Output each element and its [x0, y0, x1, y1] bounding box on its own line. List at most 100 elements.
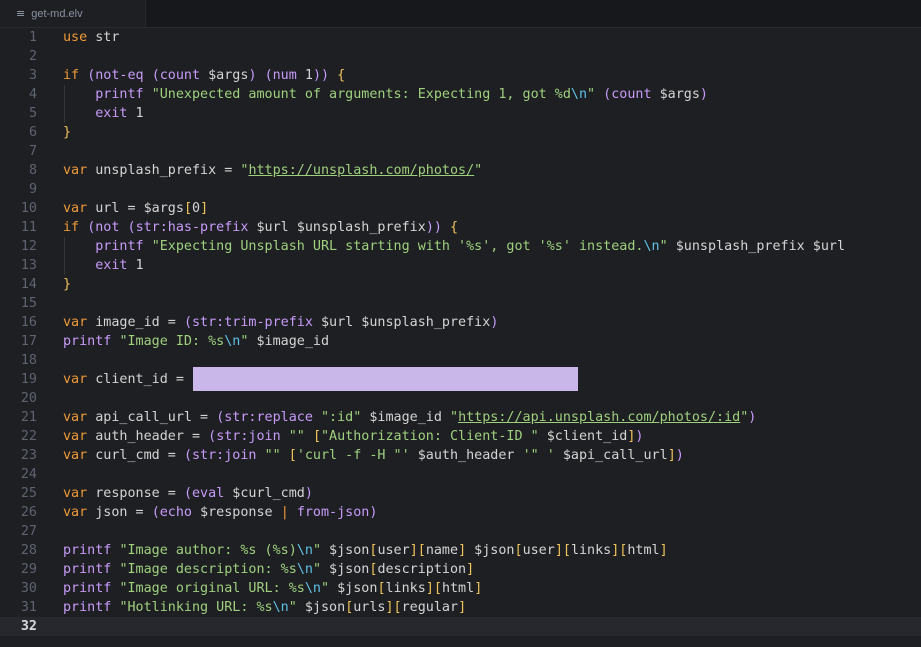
- code-line[interactable]: 4 printf "Unexpected amount of arguments…: [0, 85, 921, 104]
- code-line[interactable]: 17 printf "Image ID: %s\n" $image_id: [0, 332, 921, 351]
- code-editor[interactable]: 1 use str 2 3 if (not-eq (count $args) (num …: [0, 28, 921, 647]
- code-token: count: [159, 68, 201, 83]
- code-token: unsplash_prefix =: [87, 163, 241, 178]
- code-token: var: [63, 372, 88, 387]
- code-line[interactable]: 30 printf "Image original URL: %s\n" $jso…: [0, 579, 921, 598]
- line-number: 12: [20, 239, 37, 254]
- code-line[interactable]: 6}: [0, 123, 921, 142]
- code-line[interactable]: 20: [0, 389, 921, 408]
- code-line[interactable]: 8 var unsplash_prefix = "https://unsplash…: [0, 161, 921, 180]
- code-token: html: [627, 543, 660, 558]
- code-line[interactable]: 25 var response = (eval $curl_cmd): [0, 484, 921, 503]
- code-token: (: [127, 220, 136, 235]
- line-code: printf "Expecting Unsplash URL starting …: [63, 237, 845, 256]
- line-code: var unsplash_prefix = "https://unsplash.…: [63, 161, 482, 180]
- code-line[interactable]: 16 var image_id = (str:trim-prefix $url $…: [0, 313, 921, 332]
- code-line[interactable]: 26 var json = (echo $response | from-json…: [0, 503, 921, 522]
- code-token: not: [95, 220, 120, 235]
- line-code: var image_id = (str:trim-prefix $url $un…: [63, 313, 498, 332]
- line-number: 5: [28, 106, 37, 121]
- code-token: "Authorization: Client-ID ": [321, 429, 539, 444]
- code-line[interactable]: 9: [0, 180, 921, 199]
- code-token: $json: [296, 600, 346, 615]
- line-number: 19: [20, 372, 37, 387]
- code-line[interactable]: 5 exit 1: [0, 104, 921, 123]
- code-token: ): [635, 429, 644, 444]
- code-line[interactable]: 12 printf "Expecting Unsplash URL starti…: [0, 237, 921, 256]
- code-line[interactable]: 32: [0, 617, 921, 636]
- code-token: $api_call_url: [554, 448, 668, 463]
- line-number: 32: [20, 619, 37, 634]
- code-token: 'curl -f -H "': [296, 448, 410, 463]
- code-token: \n: [296, 562, 313, 577]
- code-line[interactable]: 1 use str: [0, 28, 921, 47]
- code-token: "Hotlinking URL: %s: [119, 600, 273, 615]
- code-token: ): [490, 315, 499, 330]
- line-code: var auth_header = (str:join "" ["Authori…: [63, 427, 643, 446]
- code-line[interactable]: 28 printf "Image author: %s (%s)\n" $json…: [0, 541, 921, 560]
- code-token: var: [63, 505, 88, 520]
- code-token: ": [474, 163, 483, 178]
- code-token: 1: [296, 68, 313, 83]
- code-token: }: [63, 125, 72, 140]
- code-token: 0: [192, 201, 201, 216]
- code-line[interactable]: 23 var curl_cmd = (str:join "" ['curl -f …: [0, 446, 921, 465]
- code-token: ): [699, 87, 708, 102]
- line-code: use str: [63, 28, 119, 47]
- code-token: 1: [127, 258, 144, 273]
- code-token: var: [63, 315, 88, 330]
- code-token: var: [63, 410, 88, 425]
- line-number: 26: [20, 505, 37, 520]
- code-line[interactable]: 27: [0, 522, 921, 541]
- line-number: 2: [28, 49, 37, 64]
- line-number: 25: [20, 486, 37, 501]
- code-token: $url $unsplash_prefix: [248, 220, 426, 235]
- code-line[interactable]: 15: [0, 294, 921, 313]
- code-token: echo: [159, 505, 192, 520]
- code-token: str:join: [192, 448, 257, 463]
- code-token: html: [441, 581, 475, 596]
- code-token: \n: [570, 87, 588, 102]
- file-tab[interactable]: ≡ get-md.elv: [0, 0, 146, 27]
- line-number: 16: [20, 315, 37, 330]
- code-token: var: [63, 163, 88, 178]
- code-line[interactable]: 13 exit 1: [0, 256, 921, 275]
- code-token: ][: [409, 543, 426, 558]
- code-line[interactable]: 7: [0, 142, 921, 161]
- code-line[interactable]: 2: [0, 47, 921, 66]
- code-line[interactable]: 14}: [0, 275, 921, 294]
- line-number: 20: [20, 391, 37, 406]
- code-token: "Image ID: %s: [119, 334, 225, 349]
- code-token: (: [183, 448, 192, 463]
- line-number: 21: [20, 410, 37, 425]
- code-token: printf: [95, 239, 144, 254]
- lines-icon: ≡: [16, 7, 26, 20]
- code-line[interactable]: 3 if (not-eq (count $args) (num 1)) {: [0, 66, 921, 85]
- code-token: str:has-prefix: [135, 220, 249, 235]
- line-number: 31: [20, 600, 37, 615]
- code-token: str:replace: [224, 410, 313, 425]
- code-token: ":id": [321, 410, 362, 425]
- code-token: user: [522, 543, 555, 558]
- code-token: links: [385, 581, 426, 596]
- code-token: "Image description: %s: [119, 562, 297, 577]
- code-line[interactable]: 29 printf "Image description: %s\n" $json…: [0, 560, 921, 579]
- code-token: $json: [329, 581, 378, 596]
- code-token: $response: [192, 505, 281, 520]
- code-token: client_id =: [87, 372, 192, 387]
- code-line[interactable]: 10 var url = $args[0]: [0, 199, 921, 218]
- code-line[interactable]: 21 var api_call_url = (str:replace ":id" …: [0, 408, 921, 427]
- code-line[interactable]: 24: [0, 465, 921, 484]
- code-line[interactable]: 22 var auth_header = (str:join "" ["Autho…: [0, 427, 921, 446]
- line-number: 10: [20, 201, 37, 216]
- code-token: ": [288, 600, 297, 615]
- code-token: count: [611, 87, 652, 102]
- code-line[interactable]: 11 if (not (str:has-prefix $url $unsplash…: [0, 218, 921, 237]
- code-token: 1: [127, 106, 144, 121]
- line-code: printf "Image description: %s\n" $json[d…: [63, 560, 474, 579]
- code-token: eval: [192, 486, 225, 501]
- code-line[interactable]: 31 printf "Hotlinking URL: %s\n" $json[ur…: [0, 598, 921, 617]
- code-token: (: [151, 68, 160, 83]
- code-token: \n: [272, 600, 289, 615]
